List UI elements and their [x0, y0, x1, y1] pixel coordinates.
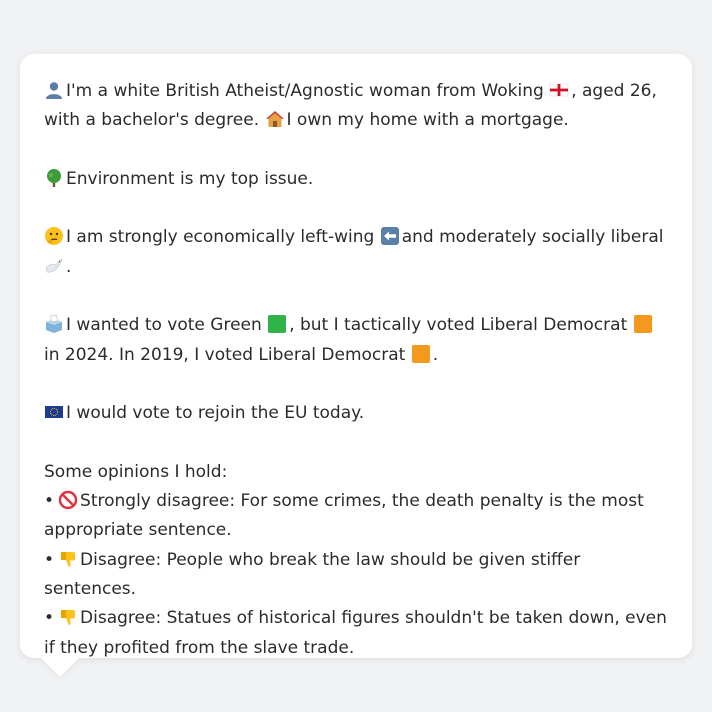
house-icon	[265, 109, 285, 129]
left-arrow-icon	[380, 226, 400, 246]
eu-paragraph: I would vote to rejoin the EU today.	[44, 399, 668, 428]
bullet: •	[44, 491, 55, 512]
profile-paragraph: I'm a white British Atheist/Agnostic wom…	[44, 77, 668, 136]
person-icon	[44, 80, 64, 100]
eu-flag-icon	[44, 402, 64, 422]
dove-icon	[44, 256, 64, 276]
politics-text-1: I am strongly economically left-wing	[66, 227, 375, 248]
tree-icon	[44, 168, 64, 188]
profile-text-3: I own my home with a mortgage.	[286, 110, 569, 131]
message-bubble: I'm a white British Atheist/Agnostic wom…	[20, 54, 692, 658]
opinion-text: Disagree: People who break the law shoul…	[44, 549, 581, 600]
vote-text-2: , but I tactically voted Liberal Democra…	[289, 315, 628, 336]
green-square-icon	[267, 314, 287, 334]
issue-text: Environment is my top issue.	[66, 168, 314, 189]
ballot-box-icon	[44, 314, 64, 334]
vote-text-3: in 2024. In 2019, I voted Liberal Democr…	[44, 344, 406, 365]
bullet: •	[44, 608, 55, 629]
politics-text-3: .	[66, 256, 72, 277]
list-item: • Disagree: Statues of historical figure…	[44, 604, 668, 663]
orange-square-icon	[411, 344, 431, 364]
profile-text-1: I'm a white British Atheist/Agnostic wom…	[66, 81, 544, 101]
thumbs-down-icon	[58, 607, 78, 627]
bullet: •	[44, 549, 55, 570]
no-entry-icon	[58, 490, 78, 510]
thumbs-down-icon	[58, 549, 78, 569]
list-item: • Disagree: People who break the law sho…	[44, 546, 668, 605]
list-item: • Strongly disagree: For some crimes, th…	[44, 487, 668, 546]
orange-square-icon	[633, 314, 653, 334]
vote-text-1: I wanted to vote Green	[66, 315, 262, 336]
opinion-text: Disagree: Statues of historical figures …	[44, 608, 667, 658]
issue-paragraph: Environment is my top issue.	[44, 165, 668, 194]
politics-paragraph: I am strongly economically left-wing and…	[44, 223, 668, 282]
eu-text: I would vote to rejoin the EU today.	[66, 403, 365, 424]
england-flag-icon	[549, 80, 569, 100]
vote-text-4: .	[432, 344, 439, 365]
opinions-heading: Some opinions I hold:	[44, 461, 228, 482]
opinion-text: Strongly disagree: For some crimes, the …	[44, 491, 644, 541]
politics-text-2: and moderately socially liberal	[401, 227, 664, 248]
vote-paragraph: I wanted to vote Green , but I tacticall…	[44, 311, 668, 370]
thinking-face-icon	[44, 226, 64, 246]
bubble-tail	[40, 657, 80, 677]
